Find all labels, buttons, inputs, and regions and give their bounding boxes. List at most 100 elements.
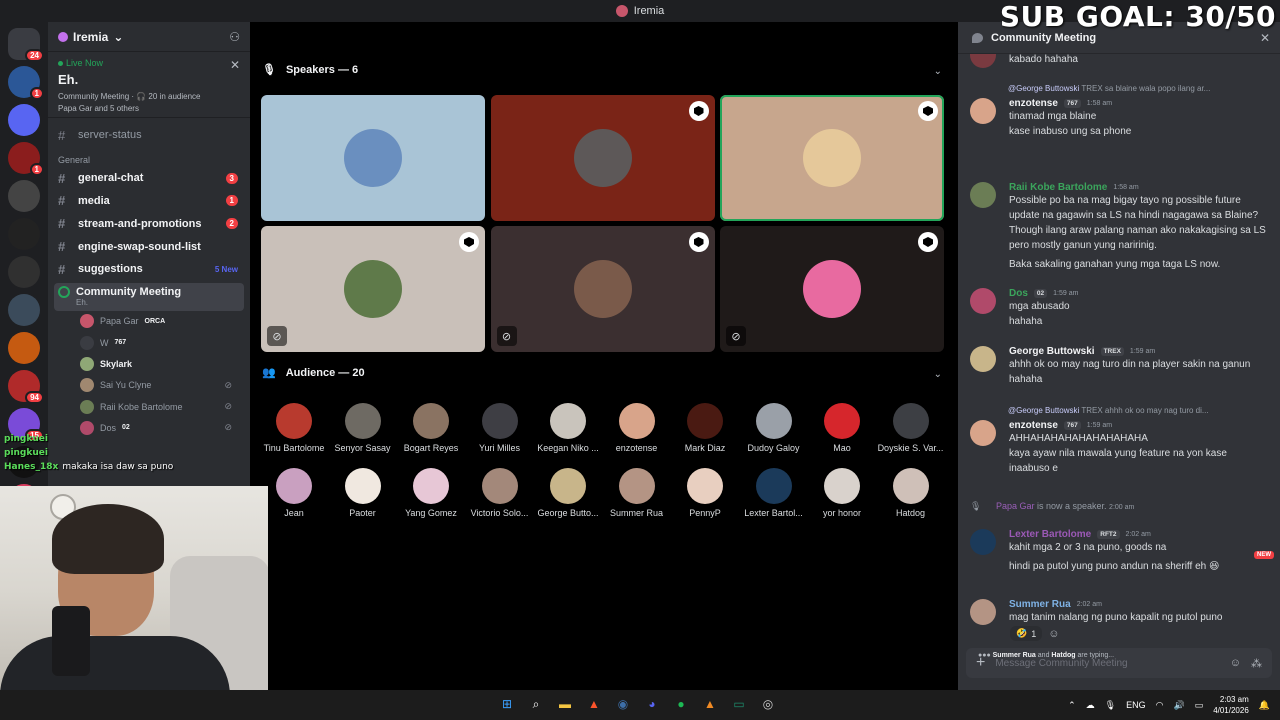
audience-member[interactable]: Dudoy Galoy	[740, 403, 808, 453]
server-icon[interactable]: 94	[8, 370, 44, 404]
windows-icon[interactable]: ⊞	[497, 694, 517, 714]
volume-icon[interactable]: 🔊	[1173, 700, 1184, 711]
obs-icon[interactable]: ◎	[758, 694, 778, 714]
server-icon[interactable]	[8, 218, 40, 250]
chat-message[interactable]: enzotense 767 1:58 am tinamad mga blaine kas…	[970, 98, 1270, 139]
add-reaction-icon[interactable]: ☺	[1048, 628, 1059, 640]
audience-member[interactable]: Yuri Milles	[466, 403, 534, 453]
server-header[interactable]: Iremia ⌄ ⚇	[48, 22, 250, 52]
terminal-icon[interactable]: ▭	[729, 694, 749, 714]
message-list[interactable]: kabado hahaha @George Buttowski TREX sa b…	[958, 54, 1280, 644]
emoji-icon[interactable]: ☺	[1230, 657, 1241, 669]
audience-member[interactable]: PennyP	[671, 468, 739, 518]
audience-member[interactable]: enzotense	[603, 403, 671, 453]
audience-member[interactable]: Doyskie S. Var...	[877, 403, 945, 453]
live-stage-card[interactable]: Live Now Eh. Community Meeting · 🎧 20 in…	[48, 52, 250, 118]
audience-member[interactable]: Keegan Niko ...	[534, 403, 602, 453]
invite-people-icon[interactable]: ⚇	[229, 30, 240, 44]
channel-suggestions[interactable]: # suggestions 5 New	[54, 258, 244, 281]
apps-icon[interactable]: ⁂	[1251, 657, 1262, 670]
notification-icon[interactable]: 🔔	[1259, 700, 1270, 711]
chat-message[interactable]: Lexter Bartolome RFT2 2:02 am kahit mga 2 o…	[970, 529, 1274, 574]
message-author[interactable]: Lexter Bartolome	[1009, 529, 1091, 540]
speaker-tile[interactable]	[720, 95, 944, 221]
wifi-icon[interactable]: ◠	[1156, 700, 1164, 711]
close-icon[interactable]: ✕	[230, 58, 240, 72]
channel-stream-and-promotions[interactable]: # stream-and-promotions 2	[54, 212, 244, 235]
audience-member[interactable]: Mark Diaz	[671, 403, 739, 453]
avatar[interactable]	[970, 420, 996, 446]
microphone-icon[interactable]: 🎙	[1105, 700, 1116, 711]
discord-icon[interactable]: ◕	[642, 694, 662, 714]
app-icon[interactable]: ▲	[700, 694, 720, 714]
audience-member[interactable]: George Butto...	[534, 468, 602, 518]
speaker-tile[interactable]: ⊘	[720, 226, 944, 352]
audience-member[interactable]: Tinu Bartolome	[260, 403, 328, 453]
audience-member[interactable]: Mao	[808, 403, 876, 453]
server-icon[interactable]	[8, 180, 40, 212]
message-author[interactable]: Raii Kobe Bartolome	[1009, 182, 1107, 193]
avatar[interactable]	[970, 346, 996, 372]
audience-member[interactable]: Bogart Reyes	[397, 403, 465, 453]
server-icon[interactable]: 24	[8, 28, 44, 62]
chat-message[interactable]: Raii Kobe Bartolome 1:58 am Possible po ba…	[970, 182, 1270, 272]
category-label[interactable]: General	[58, 155, 244, 165]
search-icon[interactable]: ⌕	[526, 694, 546, 714]
brave-icon[interactable]: ▲	[584, 694, 604, 714]
reply-preview[interactable]: @George Buttowski TREX ahhh ok oo may na…	[1008, 406, 1258, 415]
message-author[interactable]: Dos	[1009, 288, 1028, 299]
voice-member[interactable]: Sai Yu Clyne ⊘	[54, 375, 244, 396]
server-icon[interactable]	[8, 104, 40, 136]
channel-server-status[interactable]: # server-status	[54, 124, 244, 147]
chevron-down-icon[interactable]: ⌄	[934, 66, 942, 77]
avatar[interactable]	[970, 182, 996, 208]
server-icon[interactable]	[8, 332, 40, 364]
folder-icon[interactable]: ▬	[555, 694, 575, 714]
chevron-down-icon[interactable]: ⌄	[934, 369, 942, 380]
network-icon[interactable]: ☁	[1086, 700, 1095, 711]
voice-member[interactable]: Skylark	[54, 353, 244, 374]
voice-member[interactable]: W 767	[54, 332, 244, 353]
speaker-tile[interactable]: ⊘	[261, 226, 485, 352]
speaker-tile[interactable]: ⊘	[490, 226, 715, 352]
avatar[interactable]	[970, 529, 996, 555]
reply-preview[interactable]: @George Buttowski TREX sa blaine wala po…	[1008, 84, 1258, 93]
voice-member[interactable]: Raii Kobe Bartolome ⊘	[54, 396, 244, 417]
audience-member[interactable]: Hatdog	[877, 468, 945, 518]
server-icon[interactable]: 1	[8, 142, 44, 176]
clock[interactable]: 2:03 am 4/01/2026	[1213, 694, 1249, 716]
language-indicator[interactable]: ENG	[1126, 700, 1146, 710]
spotify-icon[interactable]: ●	[671, 694, 691, 714]
message-author[interactable]: enzotense	[1009, 420, 1058, 431]
server-icon[interactable]: 1	[8, 66, 44, 100]
audience-member[interactable]: yor honor	[808, 468, 876, 518]
chat-message[interactable]: George Buttowski TREX 1:59 am ahhh ok oo ma…	[970, 346, 1270, 387]
speakers-header[interactable]: 🎙 Speakers — 6	[262, 63, 358, 77]
avatar[interactable]	[970, 98, 996, 124]
audience-member[interactable]: Victorio Solo...	[466, 468, 534, 518]
reaction-button[interactable]: 🤣 1	[1010, 626, 1043, 641]
avatar[interactable]	[970, 599, 996, 625]
chat-message[interactable]: Summer Rua 2:02 am mag tanim nalang ng pun…	[970, 599, 1270, 625]
battery-icon[interactable]: ▭	[1195, 700, 1204, 711]
message-author[interactable]: enzotense	[1009, 98, 1058, 109]
avatar[interactable]	[970, 288, 996, 314]
chat-message[interactable]: kabado hahaha	[970, 54, 1270, 68]
chevron-up-icon[interactable]: ⌃	[1068, 700, 1076, 711]
channel-media[interactable]: # media 1	[54, 190, 244, 213]
chat-message[interactable]: enzotense 767 1:59 am AHHAHAHAHAHAHAHAHAHA k…	[970, 420, 1270, 476]
stage-channel-community-meeting[interactable]: Community Meeting Eh.	[54, 282, 244, 311]
audience-member[interactable]: Paoter	[329, 468, 397, 518]
audience-member[interactable]: Jean	[260, 468, 328, 518]
audience-member[interactable]: Yang Gomez	[397, 468, 465, 518]
voice-member[interactable]: Papa Gar ORCA	[54, 311, 244, 332]
server-icon[interactable]	[8, 256, 40, 288]
channel-general-chat[interactable]: # general-chat 3	[54, 167, 244, 190]
audience-header[interactable]: 👥 Audience — 20	[262, 366, 365, 380]
message-input[interactable]: Message Community Meeting	[995, 658, 1219, 669]
message-author[interactable]: Summer Rua	[1009, 599, 1071, 610]
channel-engine-swap-sound-list[interactable]: # engine-swap-sound-list	[54, 235, 244, 258]
audience-member[interactable]: Summer Rua	[603, 468, 671, 518]
speaker-tile[interactable]	[490, 95, 715, 221]
speaker-tile[interactable]	[261, 95, 485, 221]
